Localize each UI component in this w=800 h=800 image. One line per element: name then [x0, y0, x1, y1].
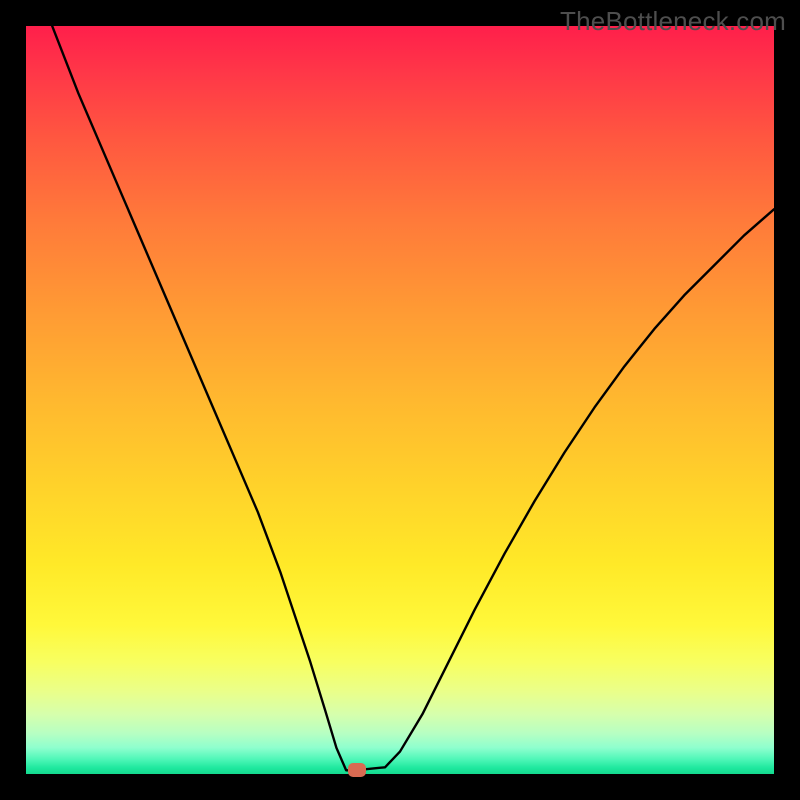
bottleneck-curve	[26, 26, 774, 774]
minimum-marker	[348, 763, 366, 777]
chart-area	[26, 26, 774, 774]
watermark-text: TheBottleneck.com	[560, 6, 786, 37]
curve-path	[52, 26, 774, 770]
